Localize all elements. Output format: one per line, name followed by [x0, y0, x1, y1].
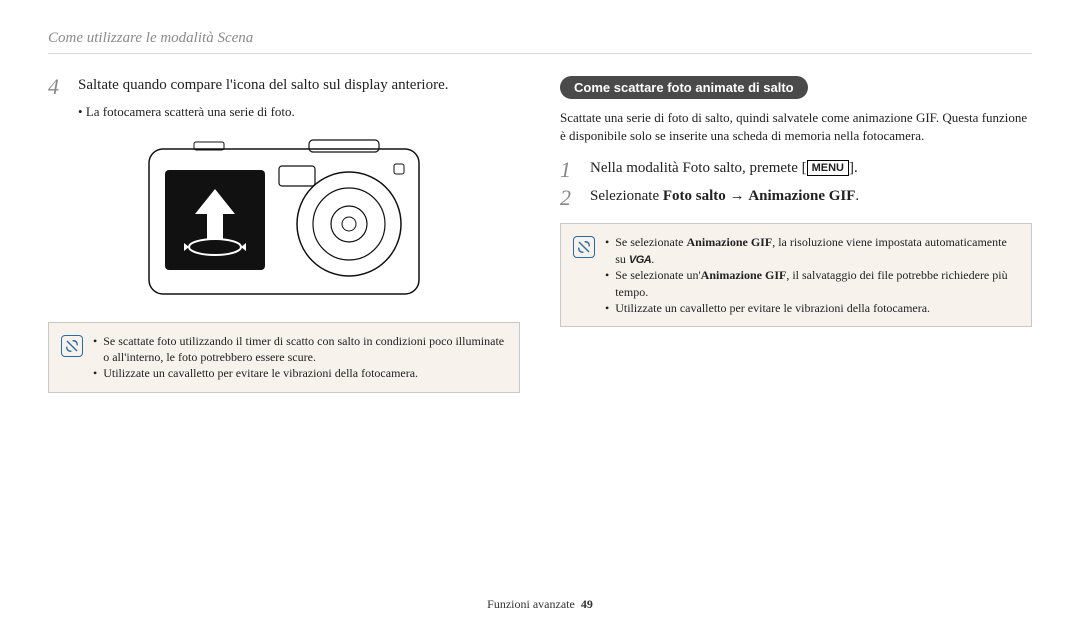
note-text: Se selezionate un'Animazione GIF, il sal…: [615, 267, 1019, 299]
left-note-list: Se scattate foto utilizzando il timer di…: [93, 333, 507, 382]
page-header: Come utilizzare le modalità Scena: [48, 30, 1032, 54]
header-title: Come utilizzare le modalità Scena: [48, 30, 253, 46]
step-2: 2 Selezionate Foto salto → Animazione GI…: [560, 187, 1032, 209]
section-pill: Come scattare foto animate di salto: [560, 76, 808, 99]
page-footer: Funzioni avanzate 49: [0, 597, 1080, 612]
camera-illustration: [48, 134, 520, 304]
note-item: Se scattate foto utilizzando il timer di…: [93, 333, 507, 365]
step1-post: ].: [849, 160, 858, 176]
camera-svg: [139, 134, 429, 304]
note-text: Utilizzate un cavalletto per evitare le …: [103, 365, 418, 381]
step2-pre: Selezionate: [590, 188, 663, 204]
step2-bold2: Animazione GIF: [748, 188, 855, 204]
step-text: Nella modalità Foto salto, premete [MENU…: [590, 159, 858, 181]
right-note-box: Se selezionate Animazione GIF, la risolu…: [560, 223, 1032, 327]
note-item: Se selezionate un'Animazione GIF, il sal…: [605, 267, 1019, 299]
step-number: 4: [48, 76, 66, 98]
step2-post: .: [855, 188, 859, 204]
step-4: 4 Saltate quando compare l'icona del sal…: [48, 76, 520, 98]
step1-pre: Nella modalità Foto salto, premete [: [590, 160, 807, 176]
right-note-list: Se selezionate Animazione GIF, la risolu…: [605, 234, 1019, 316]
note-icon: [61, 335, 83, 357]
step-text: Selezionate Foto salto → Animazione GIF.: [590, 187, 859, 209]
note-text: Se selezionate Animazione GIF, la risolu…: [615, 234, 1019, 267]
footer-section: Funzioni avanzate: [487, 597, 575, 611]
step-number: 1: [560, 159, 578, 181]
step-text: Saltate quando compare l'icona del salto…: [78, 76, 449, 98]
right-column: Come scattare foto animate di salto Scat…: [560, 76, 1032, 393]
step-number: 2: [560, 187, 578, 209]
intro-paragraph: Scattate una serie di foto di salto, qui…: [560, 109, 1032, 145]
left-column: 4 Saltate quando compare l'icona del sal…: [48, 76, 520, 393]
step-1: 1 Nella modalità Foto salto, premete [ME…: [560, 159, 1032, 181]
vga-icon: VGA: [629, 253, 651, 268]
note-item: Utilizzate un cavalletto per evitare le …: [605, 300, 1019, 316]
page-number: 49: [581, 597, 593, 611]
note-text: Se scattate foto utilizzando il timer di…: [103, 333, 507, 365]
note-icon: [573, 236, 595, 258]
note-item: Utilizzate un cavalletto per evitare le …: [93, 365, 507, 381]
note-text: Utilizzate un cavalletto per evitare le …: [615, 300, 930, 316]
step-4-subtext: La fotocamera scatterà una serie di foto…: [78, 104, 520, 120]
content-columns: 4 Saltate quando compare l'icona del sal…: [48, 76, 1032, 393]
arrow-glyph: →: [726, 188, 749, 204]
step2-bold1: Foto salto: [663, 188, 726, 204]
note-item: Se selezionate Animazione GIF, la risolu…: [605, 234, 1019, 267]
menu-icon: MENU: [807, 160, 849, 176]
left-note-box: Se scattate foto utilizzando il timer di…: [48, 322, 520, 393]
